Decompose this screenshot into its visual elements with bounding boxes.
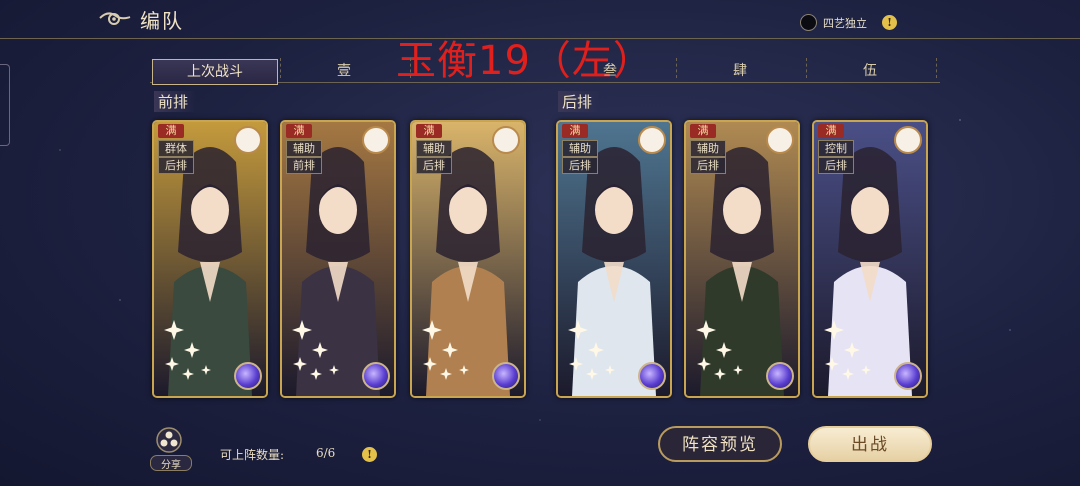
lineup-preview-button[interactable]: 阵容预览 — [658, 426, 782, 462]
element-orb-icon[interactable] — [234, 362, 262, 390]
share-icon[interactable] — [155, 427, 183, 453]
position-tag: 后排 — [562, 157, 598, 174]
character-card[interactable]: 满辅助 后排 — [556, 120, 672, 398]
tab-separator — [936, 58, 937, 78]
battle-button[interactable]: 出战 — [808, 426, 932, 462]
element-orb-icon[interactable] — [492, 362, 520, 390]
role-tag: 辅助 — [690, 140, 726, 157]
max-level-badge: 满 — [818, 124, 844, 138]
white-bird-pet-icon[interactable] — [766, 126, 794, 154]
star-rank-sparkle-icon — [696, 320, 743, 380]
element-orb-icon[interactable] — [362, 362, 390, 390]
role-tag: 控制 — [818, 140, 854, 157]
character-card[interactable]: 满辅助 后排 — [684, 120, 800, 398]
back-row-label: 后排 — [558, 91, 601, 112]
role-tag: 辅助 — [562, 140, 598, 157]
position-tag: 后排 — [690, 157, 726, 174]
tab-5[interactable]: 伍 — [808, 59, 932, 83]
tab-separator — [280, 58, 281, 78]
character-card[interactable]: 满辅助 后排 — [410, 120, 526, 398]
max-level-badge: 满 — [690, 124, 716, 138]
help-icon[interactable]: ! — [882, 15, 897, 30]
position-tag: 后排 — [416, 157, 452, 174]
toggle-label: 四艺独立 — [823, 17, 867, 30]
deploy-count-value: 6/6 — [316, 446, 336, 460]
star-rank-sparkle-icon — [292, 320, 339, 380]
role-tag: 群体 — [158, 140, 194, 157]
max-level-badge: 满 — [562, 124, 588, 138]
front-row-label: 前排 — [154, 91, 197, 112]
star-rank-sparkle-icon — [568, 320, 615, 380]
white-horse-pet-icon[interactable] — [638, 126, 666, 154]
side-drawer-handle[interactable] — [0, 64, 10, 146]
character-card[interactable]: 满辅助 前排 — [280, 120, 396, 398]
position-tag: 后排 — [158, 157, 194, 174]
page-title: 编队 — [140, 9, 184, 33]
max-level-badge: 满 — [158, 124, 184, 138]
star-rank-sparkle-icon — [824, 320, 871, 380]
max-level-badge: 满 — [416, 124, 442, 138]
element-orb-icon[interactable] — [638, 362, 666, 390]
tab-1[interactable]: 壹 — [282, 59, 406, 83]
share-label[interactable]: 分享 — [150, 455, 192, 471]
star-rank-sparkle-icon — [164, 320, 211, 380]
role-tag: 辅助 — [286, 140, 322, 157]
deploy-count-label: 可上阵数量: — [220, 448, 285, 462]
character-card[interactable]: 满群体 后排 — [152, 120, 268, 398]
max-level-badge: 满 — [286, 124, 312, 138]
tab-last-battle[interactable]: 上次战斗 — [152, 59, 278, 85]
white-creature-pet-icon[interactable] — [362, 126, 390, 154]
role-tag: 辅助 — [416, 140, 452, 157]
element-orb-icon[interactable] — [894, 362, 922, 390]
tab-separator — [676, 58, 677, 78]
position-tag: 后排 — [818, 157, 854, 174]
independent-arts-toggle[interactable] — [800, 14, 817, 31]
back-swirl-icon[interactable] — [98, 8, 132, 28]
tab-separator — [806, 58, 807, 78]
tab-4[interactable]: 肆 — [678, 59, 802, 83]
tab-3[interactable]: 叁 — [548, 59, 672, 83]
position-tag: 前排 — [286, 157, 322, 174]
orange-fox-pet-icon[interactable] — [894, 126, 922, 154]
tab-separator — [410, 58, 411, 78]
brown-bird-pet-icon[interactable] — [492, 126, 520, 154]
element-orb-icon[interactable] — [766, 362, 794, 390]
character-card[interactable]: 满控制 后排 — [812, 120, 928, 398]
pink-pig-pet-icon[interactable] — [234, 126, 262, 154]
star-rank-sparkle-icon — [422, 320, 469, 380]
count-help-icon[interactable]: ! — [362, 447, 377, 462]
